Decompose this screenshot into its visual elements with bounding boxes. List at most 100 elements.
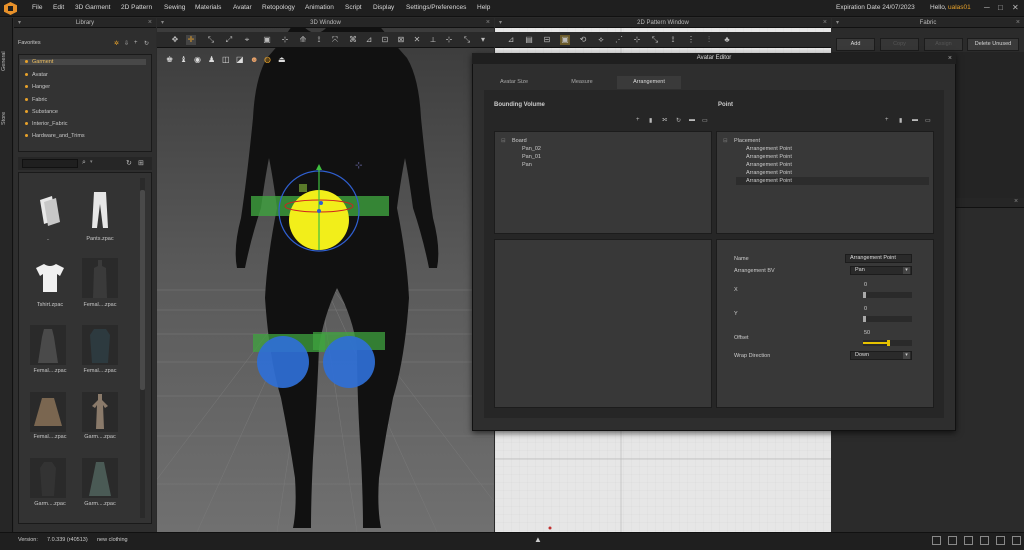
list-item-fabric[interactable]: Fabric [25,97,47,103]
hanger-view-icon[interactable]: ⏏ [278,55,286,64]
y-value[interactable]: 0 [864,306,867,312]
arrangement-bv-dropdown[interactable]: Pan [850,266,912,275]
close-icon[interactable]: ✕ [1012,3,1019,12]
copy-button[interactable]: Copy [880,38,919,51]
2d-window-close-icon[interactable]: × [823,18,827,28]
tool-icon[interactable]: ⤡ [462,35,472,45]
slider-knob[interactable] [863,292,866,298]
x-value[interactable]: 0 [864,282,867,288]
menu-file[interactable]: File [32,4,42,11]
favorite-gear-icon[interactable]: ✲ [114,40,119,47]
refresh-icon[interactable]: ↻ [144,40,149,47]
dialog-close-icon[interactable]: × [948,53,952,64]
pattern-tool-icon[interactable]: ⟲ [578,35,588,45]
pin-tool-icon[interactable]: ⌖ [242,35,252,45]
tool-icon[interactable]: ⊿ [364,35,374,45]
tab-store[interactable]: Store [1,106,12,130]
tree-node-point[interactable]: Arrangement Point [746,162,792,168]
select-tool-icon[interactable]: ✛ [186,35,196,45]
tree-node-pan02[interactable]: Pan_02 [522,146,541,152]
material-ball-icon[interactable]: ◍ [264,55,271,64]
list-item-interior-fabric[interactable]: Interior_Fabric [25,121,67,127]
slider-knob[interactable] [863,316,866,322]
collapse-icon[interactable]: ▾ [836,18,839,28]
tab-measure[interactable]: Measure [552,76,612,89]
move-tool-icon[interactable]: ⤡ [206,35,216,45]
menu-sewing[interactable]: Sewing [164,4,185,11]
layout-icon[interactable] [948,536,957,545]
menu-edit[interactable]: Edit [53,4,64,11]
pattern-tool-icon[interactable]: ⫶ [704,35,714,45]
save-icon[interactable]: ▭ [925,117,931,124]
refresh-icon[interactable]: ↻ [126,159,132,167]
pants-thumb[interactable] [82,188,118,232]
delete-icon[interactable]: ▮ [649,117,652,124]
list-item-avatar[interactable]: Avatar [25,72,48,78]
3d-window[interactable]: ⊹ [157,18,494,532]
offset-value[interactable]: 50 [864,330,870,336]
layout-icon[interactable] [996,536,1005,545]
tool-icon[interactable]: ⟟ [314,35,324,45]
y-slider[interactable] [863,316,912,322]
tree-node-board[interactable]: Board [512,138,527,144]
female-coat-thumb[interactable] [82,325,118,365]
app-logo-icon[interactable] [4,2,17,15]
name-field[interactable]: Arrangement Point [845,254,912,263]
menu-script[interactable]: Script [345,4,362,11]
transform-tool-icon[interactable]: ✥ [170,35,180,45]
tool-icon[interactable]: ▣ [262,35,272,45]
layout-icon[interactable] [964,536,973,545]
tab-arrangement[interactable]: Arrangement [617,76,681,89]
library-close-icon[interactable]: × [148,18,152,28]
fabric-close-icon[interactable]: × [1016,18,1020,28]
slider-knob[interactable] [887,340,890,346]
pattern-tool-icon[interactable]: ⟟ [668,35,678,45]
pattern-tool-icon[interactable]: ▤ [524,35,534,45]
add-icon[interactable]: + [636,117,640,123]
pattern-select-icon[interactable]: ▣ [560,35,570,45]
grid-view-icon[interactable]: ⊞ [138,159,144,167]
avatar-editor-title-bar[interactable]: Avatar Editor × [472,53,956,64]
assign-button[interactable]: Assign [924,38,963,51]
female-skirt-thumb[interactable] [30,392,66,432]
shirt-icon[interactable]: ♣ [722,35,732,45]
menu-avatar[interactable]: Avatar [233,4,252,11]
menu-animation[interactable]: Animation [305,4,334,11]
tree-node-point[interactable]: Arrangement Point [746,170,792,176]
female-thumb[interactable] [82,258,118,298]
library-scrollbar-thumb[interactable] [140,190,145,390]
pattern-tool-icon[interactable]: ⟡ [596,35,606,45]
mesh-view-icon[interactable]: ◪ [236,55,244,64]
tree-node-pan[interactable]: Pan [522,162,532,168]
refresh-icon[interactable]: ↻ [676,117,681,124]
export-icon[interactable]: ⇩ [124,40,129,47]
delete-unused-button[interactable]: Delete Unused [967,38,1019,51]
pattern-tool-icon[interactable]: ⤡ [650,35,660,45]
garment-view-icon[interactable]: ♝ [180,55,187,64]
tab-general[interactable]: General [1,42,12,80]
pattern-tool-icon[interactable]: ⊟ [542,35,552,45]
x-slider[interactable] [863,292,912,298]
tool-icon[interactable]: ⊡ [380,35,390,45]
garment-thumb[interactable] [82,458,118,498]
save-icon[interactable]: ▭ [702,117,708,124]
menu-3d-garment[interactable]: 3D Garment [75,4,110,11]
chevron-down-icon[interactable]: ▾ [90,159,93,165]
pattern-tool-icon[interactable]: ⊿ [506,35,516,45]
list-item-hanger[interactable]: Hanger [25,84,50,90]
menu-2d-pattern[interactable]: 2D Pattern [121,4,152,11]
layout-icon[interactable] [932,536,941,545]
tool-icon[interactable]: ⟰ [298,35,308,45]
texture-view-icon[interactable]: ◉ [194,55,201,64]
menu-display[interactable]: Display [373,4,394,11]
collapse-icon[interactable]: ▾ [499,18,502,28]
tree-node-point-selected[interactable]: Arrangement Point [746,178,792,184]
property-close-icon[interactable]: × [1014,198,1018,205]
add-point-icon[interactable]: + [885,117,889,123]
chevron-up-icon[interactable]: ▲ [534,535,542,544]
tshirt-thumb[interactable] [30,258,70,298]
list-item-garment[interactable]: Garment [20,59,146,65]
minimize-icon[interactable]: ─ [984,3,990,12]
tool-icon[interactable]: ⊠ [396,35,406,45]
figure-view-icon[interactable]: ♟ [208,55,215,64]
